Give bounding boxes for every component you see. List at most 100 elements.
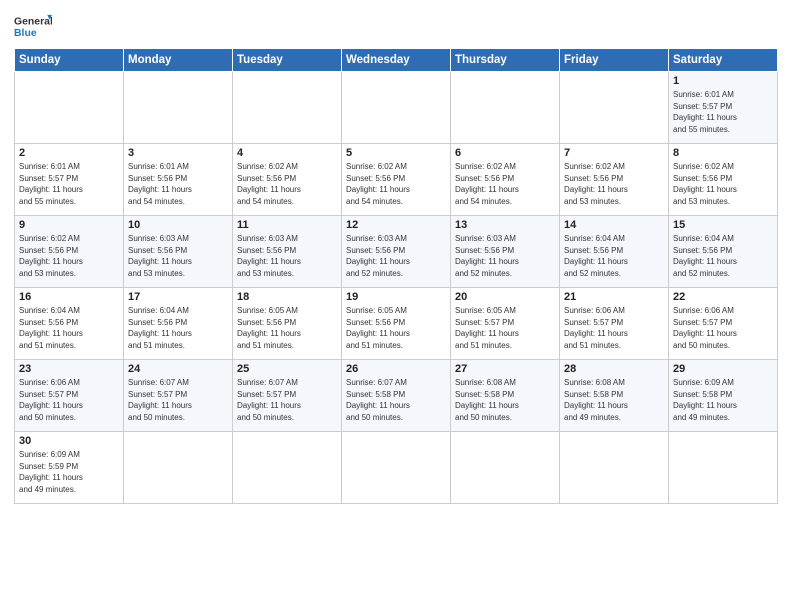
- calendar-cell: 2 Sunrise: 6:01 AM Sunset: 5:57 PM Daylig…: [15, 144, 124, 216]
- svg-text:General: General: [14, 16, 52, 27]
- day-number: 11: [237, 219, 337, 231]
- calendar-cell: [233, 432, 342, 504]
- day-number: 17: [128, 291, 228, 303]
- day-info: Sunrise: 6:01 AM Sunset: 5:57 PM Dayligh…: [19, 161, 119, 207]
- logo-svg: General Blue: [14, 12, 52, 42]
- calendar-cell: 13Sunrise: 6:03 AM Sunset: 5:56 PM Dayli…: [451, 216, 560, 288]
- day-info: Sunrise: 6:04 AM Sunset: 5:56 PM Dayligh…: [19, 305, 119, 351]
- day-info: Sunrise: 6:02 AM Sunset: 5:56 PM Dayligh…: [564, 161, 664, 207]
- day-info: Sunrise: 6:02 AM Sunset: 5:56 PM Dayligh…: [455, 161, 555, 207]
- day-info: Sunrise: 6:07 AM Sunset: 5:57 PM Dayligh…: [128, 377, 228, 423]
- day-info: Sunrise: 6:03 AM Sunset: 5:56 PM Dayligh…: [455, 233, 555, 279]
- day-number: 16: [19, 291, 119, 303]
- day-number: 5: [346, 147, 446, 159]
- weekday-wednesday: Wednesday: [342, 49, 451, 72]
- day-info: Sunrise: 6:01 AM Sunset: 5:56 PM Dayligh…: [128, 161, 228, 207]
- day-number: 15: [673, 219, 773, 231]
- day-number: 19: [346, 291, 446, 303]
- weekday-monday: Monday: [124, 49, 233, 72]
- calendar-cell: 25 Sunrise: 6:07 AM Sunset: 5:57 PM Dayli…: [233, 360, 342, 432]
- day-info: Sunrise: 6:06 AM Sunset: 5:57 PM Dayligh…: [673, 305, 773, 351]
- day-info: Sunrise: 6:07 AM Sunset: 5:57 PM Dayligh…: [237, 377, 337, 423]
- day-number: 22: [673, 291, 773, 303]
- day-number: 21: [564, 291, 664, 303]
- calendar-cell: 1Sunrise: 6:01 AM Sunset: 5:57 PM Daylig…: [669, 72, 778, 144]
- day-info: Sunrise: 6:06 AM Sunset: 5:57 PM Dayligh…: [19, 377, 119, 423]
- day-number: 4: [237, 147, 337, 159]
- calendar-cell: 20 Sunrise: 6:05 AM Sunset: 5:57 PM Dayli…: [451, 288, 560, 360]
- calendar-cell: 9 Sunrise: 6:02 AM Sunset: 5:56 PM Daylig…: [15, 216, 124, 288]
- calendar-cell: [560, 72, 669, 144]
- calendar-cell: 12 Sunrise: 6:03 AM Sunset: 5:56 PM Dayli…: [342, 216, 451, 288]
- day-number: 1: [673, 75, 773, 87]
- day-number: 29: [673, 363, 773, 375]
- day-number: 18: [237, 291, 337, 303]
- calendar-cell: 30 Sunrise: 6:09 AM Sunset: 5:59 PM Dayli…: [15, 432, 124, 504]
- weekday-header-row: SundayMondayTuesdayWednesdayThursdayFrid…: [15, 49, 778, 72]
- day-info: Sunrise: 6:09 AM Sunset: 5:59 PM Dayligh…: [19, 449, 119, 495]
- calendar-cell: 26 Sunrise: 6:07 AM Sunset: 5:58 PM Dayli…: [342, 360, 451, 432]
- weekday-sunday: Sunday: [15, 49, 124, 72]
- day-info: Sunrise: 6:08 AM Sunset: 5:58 PM Dayligh…: [455, 377, 555, 423]
- day-info: Sunrise: 6:08 AM Sunset: 5:58 PM Dayligh…: [564, 377, 664, 423]
- day-info: Sunrise: 6:05 AM Sunset: 5:56 PM Dayligh…: [346, 305, 446, 351]
- calendar-cell: 28 Sunrise: 6:08 AM Sunset: 5:58 PM Dayli…: [560, 360, 669, 432]
- calendar-cell: 19 Sunrise: 6:05 AM Sunset: 5:56 PM Dayli…: [342, 288, 451, 360]
- day-info: Sunrise: 6:02 AM Sunset: 5:56 PM Dayligh…: [346, 161, 446, 207]
- calendar-cell: 6Sunrise: 6:02 AM Sunset: 5:56 PM Daylig…: [451, 144, 560, 216]
- calendar-cell: 4 Sunrise: 6:02 AM Sunset: 5:56 PM Daylig…: [233, 144, 342, 216]
- day-info: Sunrise: 6:03 AM Sunset: 5:56 PM Dayligh…: [128, 233, 228, 279]
- logo-area: General Blue: [14, 12, 52, 42]
- day-number: 3: [128, 147, 228, 159]
- day-info: Sunrise: 6:07 AM Sunset: 5:58 PM Dayligh…: [346, 377, 446, 423]
- calendar-cell: 15 Sunrise: 6:04 AM Sunset: 5:56 PM Dayli…: [669, 216, 778, 288]
- calendar-table: SundayMondayTuesdayWednesdayThursdayFrid…: [14, 48, 778, 504]
- day-number: 23: [19, 363, 119, 375]
- calendar-cell: 8 Sunrise: 6:02 AM Sunset: 5:56 PM Daylig…: [669, 144, 778, 216]
- day-info: Sunrise: 6:03 AM Sunset: 5:56 PM Dayligh…: [346, 233, 446, 279]
- calendar-cell: [15, 72, 124, 144]
- day-info: Sunrise: 6:02 AM Sunset: 5:56 PM Dayligh…: [19, 233, 119, 279]
- calendar-cell: 18Sunrise: 6:05 AM Sunset: 5:56 PM Dayli…: [233, 288, 342, 360]
- day-number: 24: [128, 363, 228, 375]
- day-number: 30: [19, 435, 119, 447]
- calendar-cell: 29 Sunrise: 6:09 AM Sunset: 5:58 PM Dayli…: [669, 360, 778, 432]
- calendar-cell: 17 Sunrise: 6:04 AM Sunset: 5:56 PM Dayli…: [124, 288, 233, 360]
- calendar-cell: 23 Sunrise: 6:06 AM Sunset: 5:57 PM Dayli…: [15, 360, 124, 432]
- day-number: 14: [564, 219, 664, 231]
- day-number: 12: [346, 219, 446, 231]
- weekday-tuesday: Tuesday: [233, 49, 342, 72]
- day-number: 25: [237, 363, 337, 375]
- calendar-cell: 7 Sunrise: 6:02 AM Sunset: 5:56 PM Daylig…: [560, 144, 669, 216]
- day-info: Sunrise: 6:04 AM Sunset: 5:56 PM Dayligh…: [128, 305, 228, 351]
- day-info: Sunrise: 6:06 AM Sunset: 5:57 PM Dayligh…: [564, 305, 664, 351]
- calendar-cell: [342, 72, 451, 144]
- calendar-cell: 10 Sunrise: 6:03 AM Sunset: 5:56 PM Dayli…: [124, 216, 233, 288]
- calendar-cell: 24 Sunrise: 6:07 AM Sunset: 5:57 PM Dayli…: [124, 360, 233, 432]
- weekday-saturday: Saturday: [669, 49, 778, 72]
- calendar-cell: 5 Sunrise: 6:02 AM Sunset: 5:56 PM Daylig…: [342, 144, 451, 216]
- day-info: Sunrise: 6:05 AM Sunset: 5:57 PM Dayligh…: [455, 305, 555, 351]
- calendar-cell: [560, 432, 669, 504]
- page: General Blue SundayMondayTuesdayWednesda…: [0, 0, 792, 612]
- calendar-cell: 22 Sunrise: 6:06 AM Sunset: 5:57 PM Dayli…: [669, 288, 778, 360]
- day-number: 10: [128, 219, 228, 231]
- calendar-cell: [451, 432, 560, 504]
- day-number: 9: [19, 219, 119, 231]
- calendar-cell: 14Sunrise: 6:04 AM Sunset: 5:56 PM Dayli…: [560, 216, 669, 288]
- day-info: Sunrise: 6:09 AM Sunset: 5:58 PM Dayligh…: [673, 377, 773, 423]
- day-number: 7: [564, 147, 664, 159]
- day-number: 2: [19, 147, 119, 159]
- day-number: 20: [455, 291, 555, 303]
- day-info: Sunrise: 6:02 AM Sunset: 5:56 PM Dayligh…: [237, 161, 337, 207]
- day-info: Sunrise: 6:02 AM Sunset: 5:56 PM Dayligh…: [673, 161, 773, 207]
- day-info: Sunrise: 6:03 AM Sunset: 5:56 PM Dayligh…: [237, 233, 337, 279]
- weekday-friday: Friday: [560, 49, 669, 72]
- day-info: Sunrise: 6:04 AM Sunset: 5:56 PM Dayligh…: [673, 233, 773, 279]
- day-number: 28: [564, 363, 664, 375]
- calendar-cell: 11 Sunrise: 6:03 AM Sunset: 5:56 PM Dayli…: [233, 216, 342, 288]
- day-number: 8: [673, 147, 773, 159]
- day-number: 26: [346, 363, 446, 375]
- header: General Blue: [14, 12, 778, 42]
- calendar-cell: [124, 72, 233, 144]
